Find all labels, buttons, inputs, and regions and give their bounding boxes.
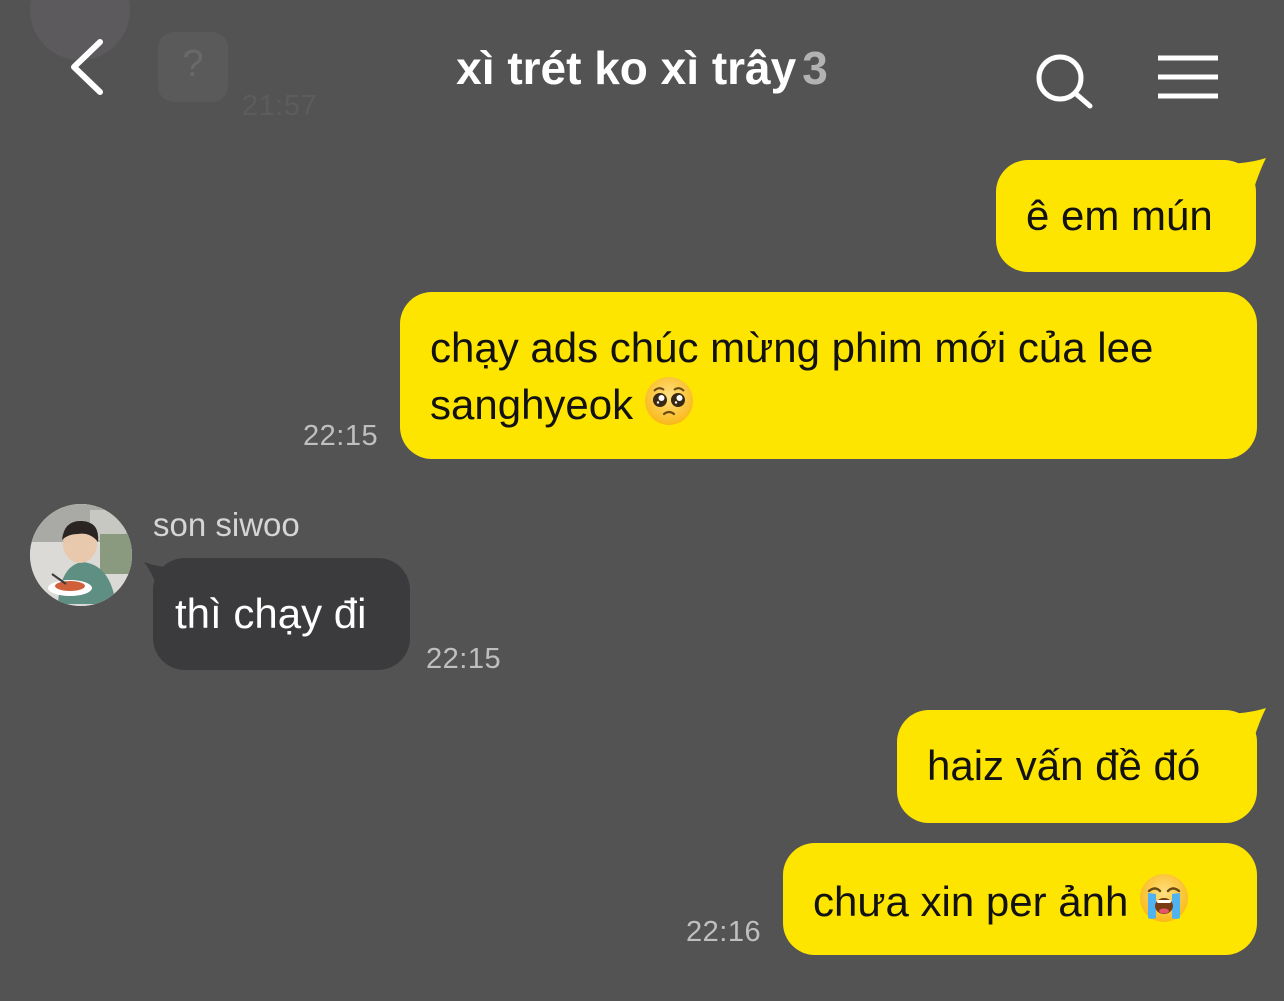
message-bubble-outgoing[interactable]: ê em mún: [996, 160, 1256, 272]
message-text: ê em mún: [1026, 192, 1213, 239]
chat-title: xì trét ko xì trây: [456, 42, 797, 94]
member-count: 3: [802, 42, 828, 94]
message-bubble-incoming[interactable]: thì chạy đi: [153, 558, 410, 670]
bubble-tail: [1222, 158, 1266, 194]
message-bubble-outgoing[interactable]: haiz vấn đề đó: [897, 710, 1257, 823]
message-timestamp: 22:15: [426, 643, 502, 675]
search-button[interactable]: [1030, 48, 1100, 118]
pleading-face-emoji: [645, 377, 694, 425]
message-timestamp: 22:15: [303, 420, 379, 452]
menu-button[interactable]: [1150, 48, 1226, 108]
message-bubble-outgoing[interactable]: chạy ads chúc mừng phim mới của lee sang…: [400, 292, 1257, 459]
message-timestamp: 22:16: [686, 916, 762, 948]
message-bubble-outgoing[interactable]: chưa xin per ảnh: [783, 843, 1257, 955]
avatar[interactable]: [30, 504, 132, 606]
message-text: chưa xin per ảnh: [813, 878, 1129, 925]
message-text: thì chạy đi: [175, 590, 367, 637]
message-text: chạy ads chúc mừng phim mới của lee: [430, 324, 1154, 371]
search-icon: [1036, 54, 1093, 109]
hamburger-menu-icon: [1158, 55, 1218, 99]
message-text-line2: sanghyeok: [430, 375, 1227, 432]
bubble-tail: [1222, 708, 1266, 744]
avatar-photo: [30, 504, 132, 606]
chat-header: ? 21:57 xì trét ko xì trây 3: [0, 0, 1284, 140]
loudly-crying-face-emoji: [1140, 874, 1189, 922]
sender-name: son siwoo: [153, 506, 300, 543]
message-text: haiz vấn đề đó: [927, 742, 1201, 789]
